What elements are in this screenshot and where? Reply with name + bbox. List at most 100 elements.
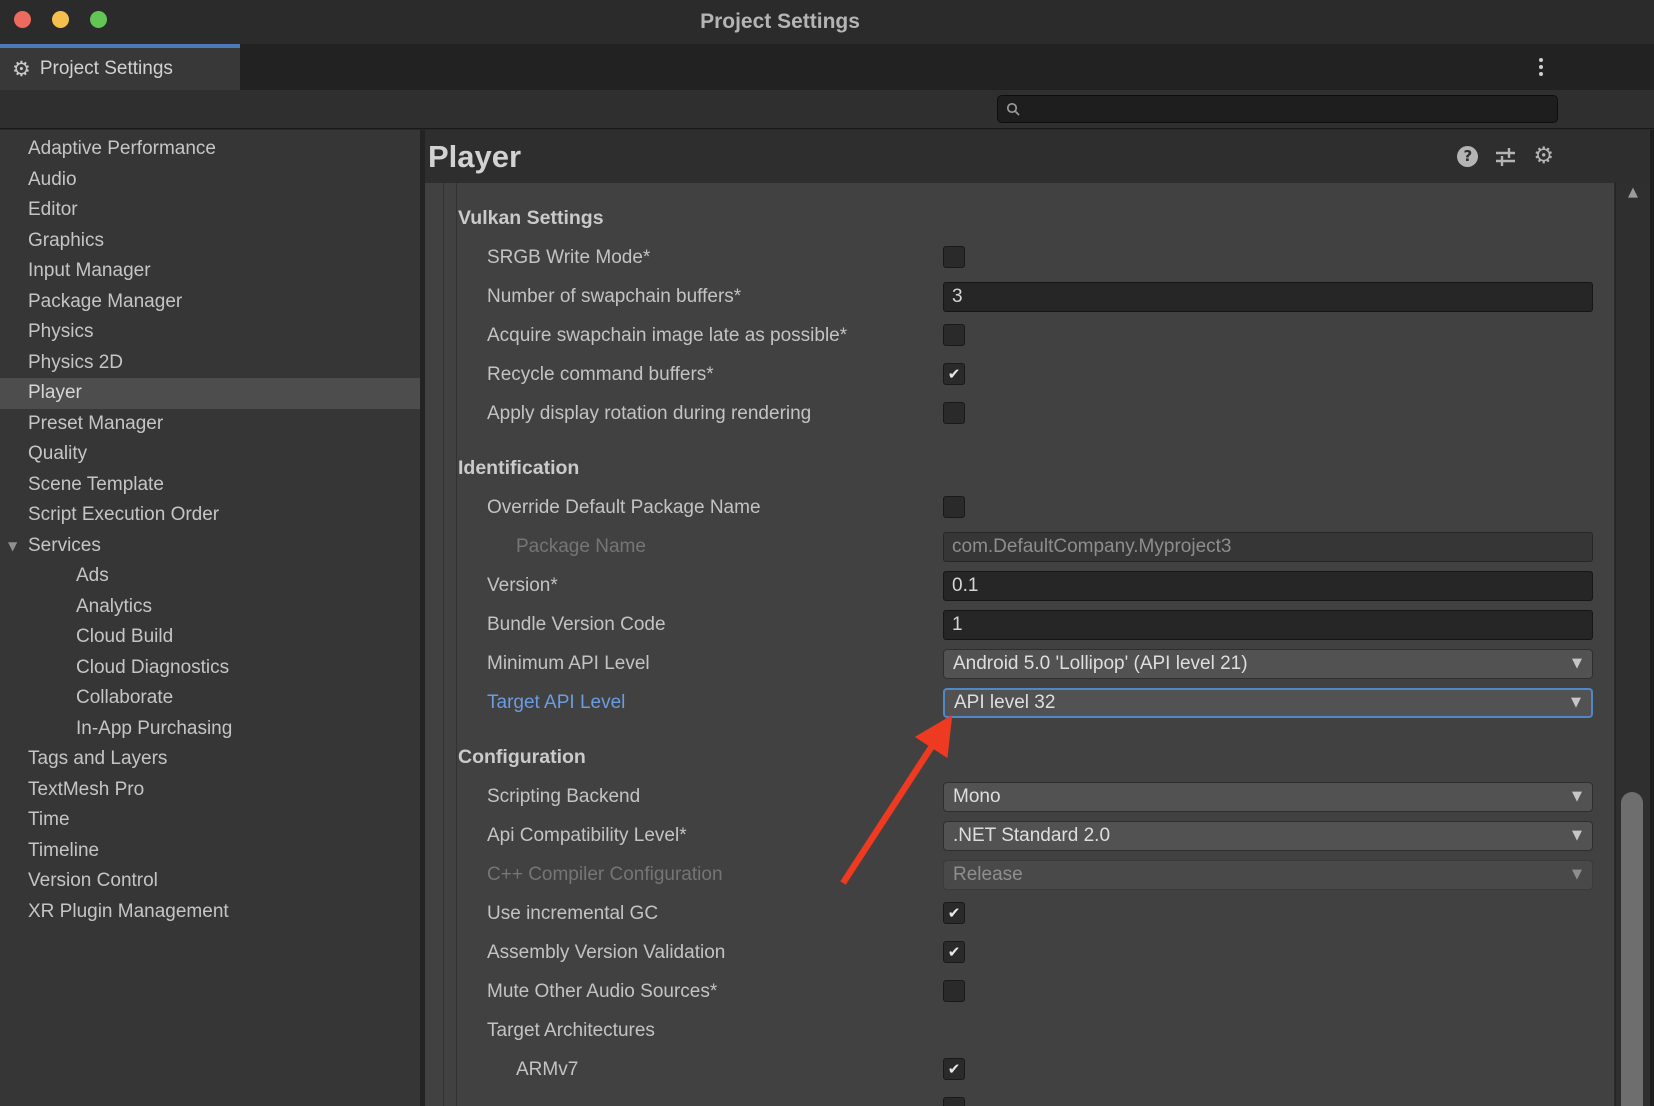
search-box[interactable]	[997, 95, 1558, 123]
checkbox[interactable]: ✔	[943, 363, 965, 385]
sidebar-item[interactable]: Ads	[0, 561, 420, 592]
dropdown-value: Android 5.0 'Lollipop' (API level 21)	[953, 653, 1248, 674]
sidebar-item[interactable]: XR Plugin Management	[0, 897, 420, 928]
minimize-button[interactable]	[52, 11, 69, 28]
dropdown[interactable]: Release ▼	[943, 860, 1593, 890]
row-label: Assembly Version Validation	[487, 933, 725, 972]
sidebar-item-label: Package Manager	[28, 291, 182, 312]
checkbox[interactable]	[943, 324, 965, 346]
scroll-up-arrow-icon[interactable]: ▲	[1616, 185, 1650, 200]
tab-strip: ⚙ Project Settings	[0, 44, 1654, 90]
check-icon: ✔	[948, 1060, 961, 1078]
gear-icon[interactable]: ⚙	[1533, 145, 1554, 168]
row-label: Package Name	[516, 527, 646, 566]
sidebar-item[interactable]: Scene Template	[0, 470, 420, 501]
sidebar-item-label: Analytics	[76, 596, 152, 617]
section-rows: Override Default Package Name Package Na…	[425, 488, 1614, 722]
tab-project-settings[interactable]: ⚙ Project Settings	[0, 44, 240, 90]
scrollbar-thumb[interactable]	[1621, 792, 1643, 1106]
settings-row: Number of swapchain buffers* 3	[425, 277, 1614, 316]
sidebar-item[interactable]: Tags and Layers	[0, 744, 420, 775]
sidebar-item-label: Cloud Diagnostics	[76, 657, 229, 678]
row-label: Scripting Backend	[487, 777, 640, 816]
section-title: Vulkan Settings	[425, 199, 1614, 238]
more-menu-icon[interactable]	[1528, 53, 1554, 81]
dropdown[interactable]: Mono ▼	[943, 782, 1593, 812]
check-icon: ✔	[948, 943, 961, 961]
sidebar-item[interactable]: Adaptive Performance	[0, 134, 420, 165]
sidebar-item-label: Timeline	[28, 840, 99, 861]
sidebar-item[interactable]: TextMesh Pro	[0, 775, 420, 806]
checkbox[interactable]: ✔	[943, 941, 965, 963]
text-input[interactable]: 1	[943, 610, 1593, 640]
sidebar-item[interactable]: Quality	[0, 439, 420, 470]
sidebar-item[interactable]: Editor	[0, 195, 420, 226]
sidebar-item[interactable]: In-App Purchasing	[0, 714, 420, 745]
text-input[interactable]: 0.1	[943, 571, 1593, 601]
sidebar-item[interactable]: Collaborate	[0, 683, 420, 714]
chevron-down-icon: ▼	[1572, 861, 1582, 889]
sidebar-item[interactable]: Cloud Build	[0, 622, 420, 653]
presets-icon[interactable]	[1494, 145, 1517, 168]
checkbox[interactable]: ✔	[943, 1058, 965, 1080]
checkbox[interactable]	[943, 1097, 965, 1106]
text-input[interactable]: com.DefaultCompany.Myproject3	[943, 532, 1593, 562]
sidebar-item[interactable]: Version Control	[0, 866, 420, 897]
sidebar-item[interactable]: ▼ Services	[0, 531, 420, 562]
checkbox[interactable]	[943, 980, 965, 1002]
check-icon: ✔	[948, 365, 961, 383]
sidebar-item[interactable]: Physics	[0, 317, 420, 348]
sidebar-item-label: Tags and Layers	[28, 748, 167, 769]
settings-row: Use incremental GC ✔	[425, 894, 1614, 933]
row-label: C++ Compiler Configuration	[487, 855, 723, 894]
dropdown[interactable]: Android 5.0 'Lollipop' (API level 21) ▼	[943, 649, 1593, 679]
sidebar-item-label: Graphics	[28, 230, 104, 251]
sidebar-item-label: Adaptive Performance	[28, 138, 216, 159]
project-settings-window: Project Settings ⚙ Project Settings Adap…	[0, 0, 1654, 1106]
row-label: Override Default Package Name	[487, 488, 761, 527]
checkbox[interactable]: ✔	[943, 902, 965, 924]
sidebar-item-label: Audio	[28, 169, 77, 190]
close-button[interactable]	[14, 11, 31, 28]
sidebar-item-label: Editor	[28, 199, 78, 220]
settings-row: ARMv7 ✔	[425, 1050, 1614, 1089]
vertical-scrollbar[interactable]: ▲	[1615, 183, 1650, 1106]
settings-section: Configuration Scripting Backend Mono ▼ A…	[425, 738, 1614, 1106]
row-label: Target API Level	[487, 683, 625, 722]
sidebar-item[interactable]: Audio	[0, 165, 420, 196]
sidebar-item[interactable]: Timeline	[0, 836, 420, 867]
foldout-triangle-icon[interactable]: ▼	[8, 531, 17, 562]
sidebar-item[interactable]: Analytics	[0, 592, 420, 623]
zoom-button[interactable]	[90, 11, 107, 28]
sidebar-item-label: Cloud Build	[76, 626, 173, 647]
settings-section: Identification Override Default Package …	[425, 449, 1614, 722]
dropdown[interactable]: API level 32 ▼	[943, 688, 1593, 718]
sidebar-item[interactable]: Package Manager	[0, 287, 420, 318]
sidebar-item-label: Input Manager	[28, 260, 151, 281]
help-icon[interactable]: ?	[1457, 146, 1478, 167]
check-icon: ✔	[948, 904, 961, 922]
text-input[interactable]: 3	[943, 282, 1593, 312]
sidebar-item-label: Quality	[28, 443, 87, 464]
checkbox[interactable]	[943, 496, 965, 518]
sidebar-item[interactable]: Time	[0, 805, 420, 836]
search-icon	[1005, 101, 1021, 117]
window-edge	[1650, 130, 1654, 1106]
settings-row: SRGB Write Mode*	[425, 238, 1614, 277]
sidebar-item[interactable]: Cloud Diagnostics	[0, 653, 420, 684]
settings-row: Scripting Backend Mono ▼	[425, 777, 1614, 816]
dropdown[interactable]: .NET Standard 2.0 ▼	[943, 821, 1593, 851]
checkbox[interactable]	[943, 246, 965, 268]
sidebar-item[interactable]: Script Execution Order	[0, 500, 420, 531]
checkbox[interactable]	[943, 402, 965, 424]
dropdown-value: Release	[953, 864, 1023, 885]
sidebar-item[interactable]: Player	[0, 378, 420, 409]
sidebar-item[interactable]: Input Manager	[0, 256, 420, 287]
sidebar-item[interactable]: Physics 2D	[0, 348, 420, 379]
sidebar-item[interactable]: Graphics	[0, 226, 420, 257]
settings-category-list: Adaptive Performance Audio Editor Graphi…	[0, 130, 420, 1106]
search-input[interactable]	[1027, 96, 1557, 122]
sidebar-item[interactable]: Preset Manager	[0, 409, 420, 440]
settings-row: Assembly Version Validation ✔	[425, 933, 1614, 972]
page-title: Player	[428, 130, 521, 183]
